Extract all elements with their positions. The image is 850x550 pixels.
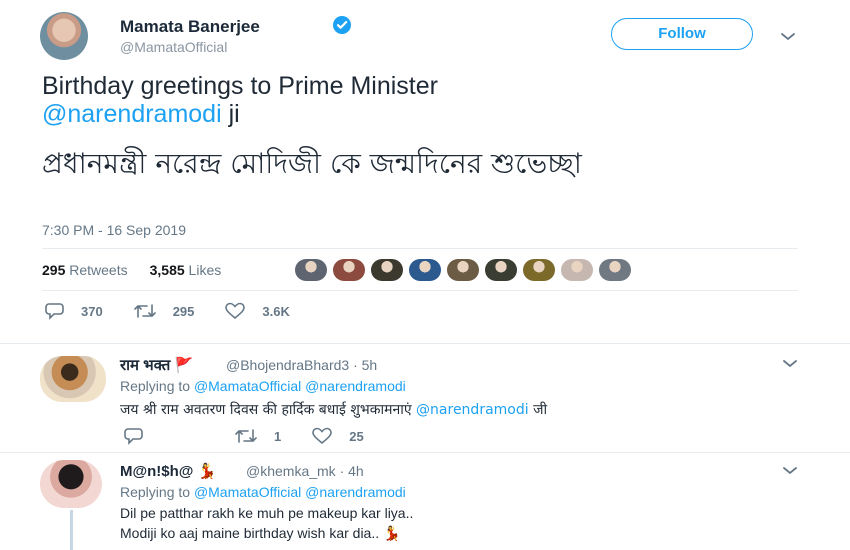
liker-avatar[interactable] [333,259,365,281]
follow-button[interactable]: Follow [611,18,753,50]
chevron-down-icon[interactable] [780,32,796,42]
retweets-label: Retweets [69,262,128,278]
reply-handle-row: @khemka_mk · 4h [246,463,364,479]
replying-mention[interactable]: @MamataOfficial [194,378,301,394]
divider [42,248,798,249]
reply-mention-link[interactable]: @narendramodi [416,402,529,418]
retweet-count: 1 [274,428,282,444]
reply-count: 370 [81,303,103,319]
likes-label: Likes [188,262,222,278]
liker-avatars [295,259,631,281]
reply-author-name-text: राम भक्त [120,357,171,374]
liker-avatar[interactable] [523,259,555,281]
reply-avatar[interactable] [40,356,106,402]
reply-avatar[interactable] [40,460,102,508]
author-name[interactable]: Mamata Banerjee [120,17,260,37]
retweets-stat[interactable]: 295 Retweets [42,262,128,278]
heart-icon [225,302,246,320]
heart-icon [312,427,333,445]
reply-handle[interactable]: @khemka_mk [246,463,336,479]
dancer-emoji: 💃 [383,525,401,541]
likes-count: 3,585 [149,262,185,278]
reply-text: जय श्री राम अवतरण दिवस की हार्दिक बधाई श… [120,400,547,419]
tweet-mention-link[interactable]: @narendramodi [42,100,222,128]
liker-avatar[interactable] [599,259,631,281]
tweet-text-prefix: Birthday greetings to Prime Minister [42,72,438,100]
retweet-button[interactable]: 1 [234,427,281,445]
divider [0,343,850,344]
replying-to-label: Replying to [120,378,191,394]
dancer-emoji: 💃 [197,463,217,480]
liker-avatar[interactable] [485,259,517,281]
like-button[interactable]: 3.6K [224,302,290,320]
tweet-text-suffix: ji [221,100,240,128]
reply-icon [45,303,64,320]
retweet-icon [235,429,257,443]
reply-actions: 1 25 [124,427,394,445]
replying-to: Replying to @MamataOfficial @narendramod… [120,484,406,500]
like-count: 25 [349,428,364,444]
retweet-count: 295 [172,303,195,319]
like-button[interactable]: 25 [311,427,364,445]
reply-time[interactable]: 5h [362,357,378,373]
retweet-button[interactable]: 295 [133,302,195,320]
reply-handle[interactable]: @BhojendraBhard3 [226,357,349,373]
retweet-icon [133,304,156,318]
reply-icon [124,428,143,445]
liker-avatar[interactable] [371,259,403,281]
liker-avatar[interactable] [561,259,593,281]
reply-button[interactable] [124,427,160,445]
reply-text-line-2-text: Modiji ko aaj maine birthday wish kar di… [120,525,380,541]
tweet-timestamp[interactable]: 7:30 PM - 16 Sep 2019 [42,222,186,238]
reply-handle-row: @BhojendraBhard3 · 5h [226,357,377,373]
like-count: 3.6K [262,303,290,319]
replying-mention[interactable]: @MamataOfficial [194,484,301,500]
tweet-actions: 370 295 3.6K [45,302,320,320]
tweet-stats: 295 Retweets 3,585 Likes [42,262,221,278]
retweets-count: 295 [42,262,66,278]
replying-to: Replying to @MamataOfficial @narendramod… [120,378,406,394]
liker-avatar[interactable] [409,259,441,281]
likes-stat[interactable]: 3,585 Likes [150,262,222,278]
reply-text-line-2: Modiji ko aaj maine birthday wish kar di… [120,525,400,542]
reply-text-suffix: जी [533,402,548,418]
reply-author-name[interactable]: राम भक्त 🚩 [120,355,193,375]
dot-separator: · [339,463,345,479]
liker-avatar[interactable] [447,259,479,281]
flag-emoji: 🚩 [174,357,194,374]
author-avatar[interactable] [40,12,88,60]
replying-mention[interactable]: @narendramodi [305,378,406,394]
replying-mention[interactable]: @narendramodi [305,484,406,500]
reply-author-name[interactable]: M@n!$h@ 💃 [120,462,216,480]
liker-avatar[interactable] [295,259,327,281]
thread-line [70,510,73,550]
reply-text-line-1: Dil pe patthar rakh ke muh pe makeup kar… [120,505,414,521]
tweet-bengali-text: প্রধানমন্ত্রী নরেন্দ্র মোদিজী কে জন্মদিন… [42,147,582,180]
reply-text-prefix: जय श्री राम अवतरण दिवस की हार्दिक बधाई श… [120,402,412,418]
replying-to-label: Replying to [120,484,191,500]
verified-badge-icon [333,16,351,34]
tweet-text: Birthday greetings to Prime Minister @na… [42,72,782,128]
reply-time[interactable]: 4h [348,463,364,479]
reply-button[interactable]: 370 [45,302,103,320]
divider [0,452,850,453]
author-handle[interactable]: @MamataOfficial [120,39,227,55]
chevron-down-icon[interactable] [782,359,798,369]
reply-author-name-text: M@n!$h@ [120,463,194,480]
dot-separator: · [353,357,358,373]
chevron-down-icon[interactable] [782,466,798,476]
divider [42,290,798,291]
